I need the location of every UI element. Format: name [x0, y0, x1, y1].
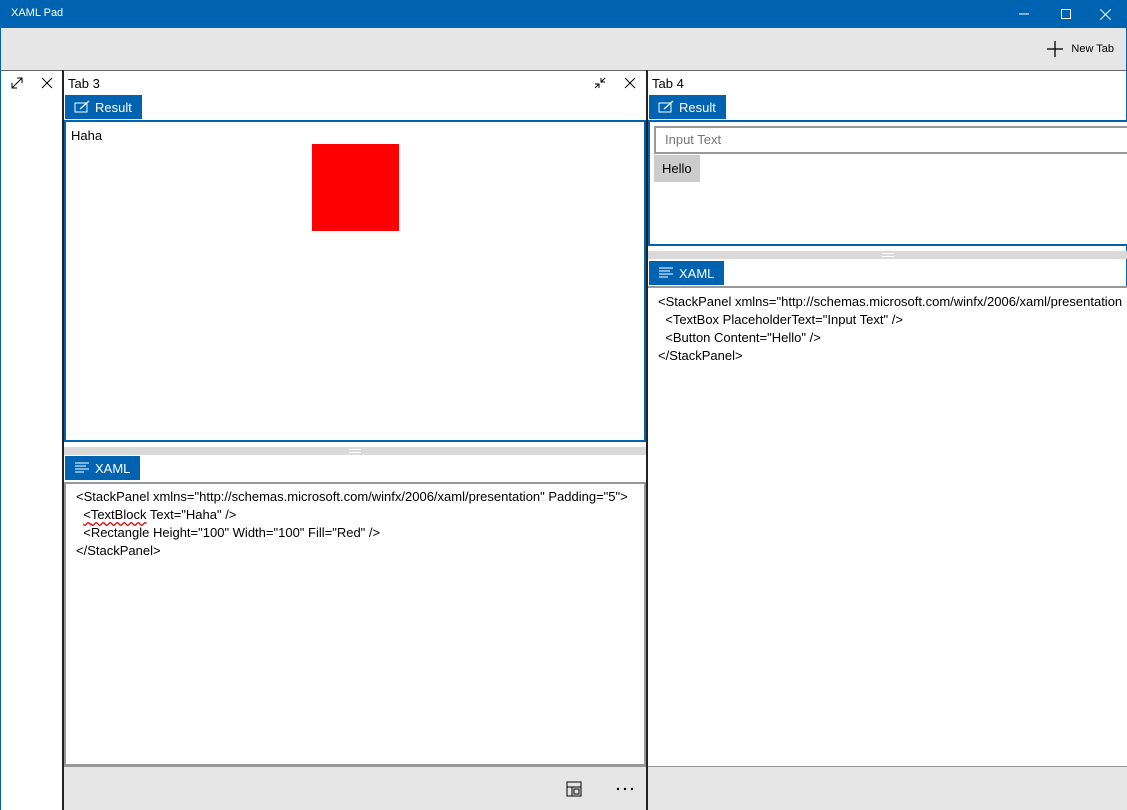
tab3-result-tab[interactable]: Result: [65, 95, 142, 119]
text-lines-icon: [75, 462, 89, 473]
tab3-xaml-editor[interactable]: <StackPanel xmlns="http://schemas.micros…: [64, 482, 646, 766]
plus-icon: [1047, 41, 1064, 57]
squiggle-word: <TextBlock: [83, 507, 147, 522]
close-tab3-icon[interactable]: [622, 75, 638, 91]
more-icon[interactable]: [616, 787, 634, 791]
new-tab-label: New Tab: [1071, 43, 1114, 55]
window-title: XAML Pad: [11, 7, 64, 19]
code-line: <Button Content="Hello" />: [658, 330, 821, 345]
splitter-grip: [349, 449, 361, 453]
code-line: <Rectangle Height="100" Width="100" Fill…: [76, 525, 381, 540]
text-lines-icon: [659, 267, 673, 278]
code-line: </StackPanel>: [76, 543, 161, 558]
result-icon: [74, 100, 90, 113]
tab3-splitter[interactable]: [64, 447, 646, 455]
left-border: [0, 70, 1, 810]
close-window-button[interactable]: [1082, 0, 1127, 28]
new-tab-button[interactable]: New Tab: [1045, 37, 1114, 61]
top-divider: [0, 70, 1127, 71]
layout-icon[interactable]: [566, 781, 582, 797]
tab3-xaml-label: XAML: [95, 460, 131, 476]
workspace: Tab 3 Result Haha XAML <StackPanel xmlns…: [0, 70, 1127, 810]
tab3-result-area: Haha: [64, 120, 646, 442]
tab4-xaml-editor[interactable]: <StackPanel xmlns="http://schemas.micros…: [648, 286, 1127, 766]
tab4-title: Tab 4: [652, 76, 684, 91]
input-text-box[interactable]: [654, 126, 1127, 154]
code-line: </StackPanel>: [658, 348, 743, 363]
collapse-icon[interactable]: [592, 75, 608, 91]
title-bar: XAML Pad: [0, 0, 1127, 28]
tab4-result-area: Hello: [648, 120, 1127, 246]
expand-icon[interactable]: [9, 75, 25, 91]
code-line: <TextBox PlaceholderText="Input Text" />: [658, 312, 903, 327]
tab4-xaml-label: XAML: [679, 265, 715, 281]
maximize-icon: [1061, 9, 1071, 19]
tab4-result-tab[interactable]: Result: [649, 95, 726, 119]
tab4-bottom-bar: [648, 766, 1127, 810]
tab4-xaml-tab[interactable]: XAML: [649, 261, 725, 285]
code-line-rest: Text="Haha" />: [146, 507, 237, 522]
tab3-title: Tab 3: [68, 76, 100, 91]
splitter-grip: [881, 253, 894, 257]
red-rectangle: [312, 144, 399, 231]
tab3-xaml-tab[interactable]: XAML: [65, 456, 141, 480]
tab4-result-label: Result: [679, 99, 716, 115]
tab3-bottom-bar: [64, 766, 646, 810]
close-icon: [1099, 8, 1111, 20]
code-line: <TextBlock Text="Haha" />: [76, 506, 634, 524]
minimize-icon: [1019, 13, 1029, 15]
result-textblock: Haha: [71, 128, 103, 143]
command-bar: New Tab: [0, 28, 1127, 70]
result-icon: [658, 100, 674, 113]
code-line: <StackPanel xmlns="http://schemas.micros…: [76, 489, 628, 504]
tab3-result-label: Result: [95, 99, 132, 115]
hello-button[interactable]: Hello: [654, 155, 700, 182]
input-text-field[interactable]: [665, 132, 1120, 147]
close-pane-icon[interactable]: [39, 75, 55, 91]
tab4-splitter[interactable]: [648, 251, 1127, 259]
code-line: <StackPanel xmlns="http://schemas.micros…: [658, 294, 1123, 309]
minimize-button[interactable]: [1001, 0, 1047, 28]
